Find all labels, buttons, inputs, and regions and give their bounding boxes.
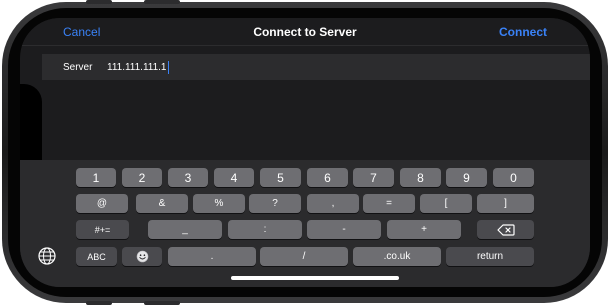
home-indicator[interactable]	[231, 276, 399, 280]
emoji-key[interactable]	[122, 247, 162, 266]
key-6[interactable]: 6	[307, 168, 348, 187]
power-button-2	[144, 301, 180, 305]
key-percent[interactable]: %	[193, 194, 245, 213]
key-left-bracket[interactable]: [	[420, 194, 472, 213]
key-slash[interactable]: /	[260, 247, 348, 266]
delete-backward-icon	[496, 223, 515, 236]
abc-key[interactable]: ABC	[76, 247, 117, 266]
key-4[interactable]: 4	[214, 168, 254, 187]
globe-icon[interactable]	[37, 246, 57, 266]
power-button	[86, 301, 112, 305]
key-8[interactable]: 8	[400, 168, 441, 187]
text-caret	[167, 61, 169, 74]
key-colon[interactable]: :	[228, 220, 302, 239]
key-plus[interactable]: +	[387, 220, 461, 239]
key-right-bracket[interactable]: ]	[477, 194, 534, 213]
key-ampersand[interactable]: &	[136, 194, 188, 213]
key-3[interactable]: 3	[168, 168, 208, 187]
key-domain-suffix[interactable]: .co.uk	[353, 247, 441, 266]
server-label: Server	[63, 62, 93, 73]
server-field[interactable]: 111.111.111.1	[107, 61, 169, 74]
emoji-icon	[136, 250, 148, 263]
key-at[interactable]: @	[76, 194, 128, 213]
volume-button	[144, 0, 180, 4]
key-hyphen[interactable]: -	[307, 220, 381, 239]
navigation-bar: Cancel Connect to Server Connect	[20, 18, 590, 46]
key-2[interactable]: 2	[122, 168, 162, 187]
key-1[interactable]: 1	[76, 168, 116, 187]
key-question[interactable]: ?	[249, 194, 301, 213]
key-more-symbols[interactable]: #+=	[76, 220, 129, 239]
key-5[interactable]: 5	[260, 168, 301, 187]
key-0[interactable]: 0	[493, 168, 534, 187]
connect-button[interactable]: Connect	[499, 25, 547, 39]
side-button	[86, 0, 112, 4]
screen: Cancel Connect to Server Connect Server …	[20, 18, 590, 287]
server-value: 111.111.111.1	[107, 62, 167, 73]
delete-key[interactable]	[477, 220, 534, 239]
key-equals[interactable]: =	[363, 194, 415, 213]
server-row: Server 111.111.111.1	[42, 54, 590, 80]
key-comma[interactable]: ,	[307, 194, 359, 213]
return-key[interactable]: return	[446, 247, 534, 266]
key-9[interactable]: 9	[446, 168, 487, 187]
key-underscore[interactable]: _	[148, 220, 222, 239]
key-period[interactable]: .	[168, 247, 256, 266]
key-7[interactable]: 7	[353, 168, 394, 187]
